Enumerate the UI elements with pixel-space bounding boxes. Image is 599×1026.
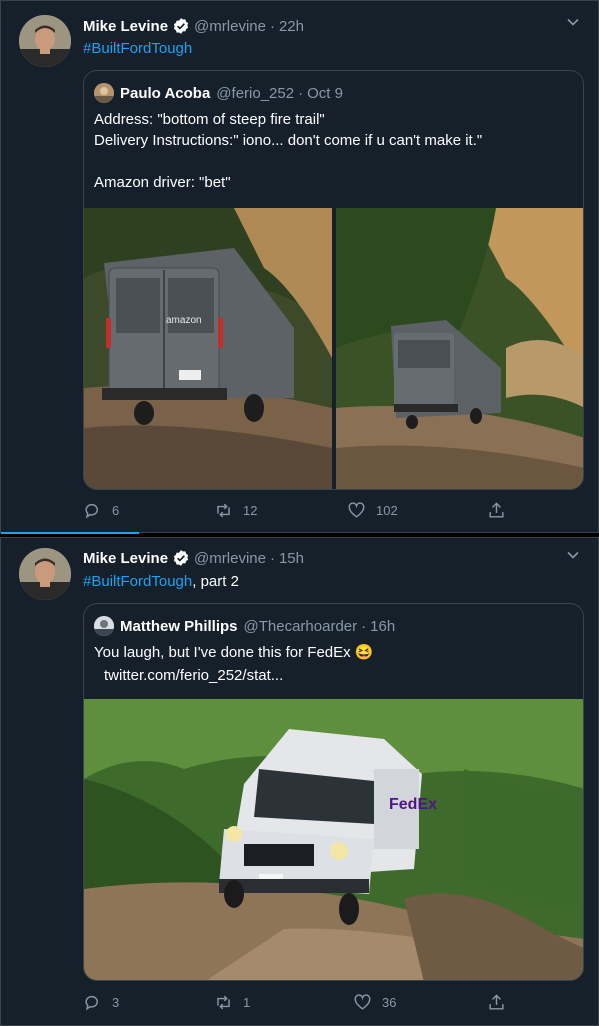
verified-badge-icon — [173, 18, 189, 34]
chevron-down-icon[interactable] — [566, 548, 580, 562]
retweet-count: 12 — [243, 503, 258, 518]
tweet-body: #BuiltFordTough — [83, 40, 192, 57]
reply-icon — [85, 995, 98, 1011]
chevron-down-icon[interactable] — [566, 15, 580, 29]
reply-button[interactable]: 3 — [83, 993, 119, 1012]
fedex-logo: FedEx — [389, 796, 437, 813]
reply-count: 3 — [112, 995, 120, 1010]
reply-icon — [85, 503, 98, 519]
retweet-button[interactable]: 12 — [214, 501, 257, 520]
tweet-timestamp[interactable]: 22h — [279, 18, 304, 35]
author-name[interactable]: Mike Levine — [83, 550, 168, 567]
quoted-author-name: Matthew Phillips — [120, 617, 238, 635]
heart-icon — [354, 994, 371, 1010]
like-button[interactable]: 36 — [353, 993, 396, 1012]
quoted-tweet-link[interactable]: twitter.com/ferio_252/stat... — [104, 665, 283, 686]
dot-separator: · — [361, 617, 367, 635]
retweet-count: 1 — [243, 995, 251, 1010]
reply-button[interactable]: 6 — [83, 501, 119, 520]
photo-amazon-van-1[interactable]: amazon — [84, 208, 332, 489]
quoted-tweet-timestamp: 16h — [370, 617, 396, 635]
retweet-icon — [217, 995, 230, 1010]
amazon-logo: amazon — [166, 315, 202, 326]
quoted-author-avatar — [94, 616, 114, 636]
tweet-timestamp[interactable]: 15h — [279, 550, 304, 567]
author-avatar[interactable] — [19, 548, 71, 600]
retweet-button[interactable]: 1 — [214, 993, 250, 1012]
tweet-header: Mike Levine @mrlevine · 22h — [83, 15, 304, 37]
quoted-author-name: Paulo Acoba — [120, 84, 211, 102]
quoted-author-handle: @Thecarhoarder — [243, 617, 358, 635]
author-handle[interactable]: @mrlevine — [194, 550, 266, 567]
verified-badge-icon — [173, 550, 189, 566]
quoted-author-handle: @ferio_252 — [216, 84, 295, 102]
tweet-body: #BuiltFordTough, part 2 — [83, 573, 239, 590]
author-avatar[interactable] — [19, 15, 71, 67]
heart-icon — [348, 502, 365, 518]
dot-separator: · — [269, 549, 275, 567]
quoted-author-avatar — [94, 83, 114, 103]
hashtag-link[interactable]: #BuiltFordTough — [83, 573, 192, 590]
quoted-tweet[interactable]: Matthew Phillips @Thecarhoarder · 16h Yo… — [83, 603, 584, 981]
quoted-tweet-timestamp: Oct 9 — [307, 84, 343, 102]
quoted-tweet-text: Address: "bottom of steep fire trail" De… — [94, 111, 483, 191]
tweet-header: Mike Levine @mrlevine · 15h — [83, 547, 304, 569]
like-count: 36 — [382, 995, 397, 1010]
share-icon — [489, 994, 504, 1010]
quoted-tweet-header: Paulo Acoba @ferio_252 · Oct 9 — [94, 83, 343, 103]
dot-separator: · — [269, 17, 275, 35]
author-name[interactable]: Mike Levine — [83, 18, 168, 35]
photo-fedex-van[interactable]: FedEx — [84, 699, 583, 980]
quoted-tweet-text: You laugh, but I've done this for FedEx … — [94, 644, 374, 661]
hashtag-link[interactable]: #BuiltFordTough — [83, 40, 192, 57]
photo-amazon-van-2[interactable] — [336, 208, 583, 489]
quoted-tweet-header: Matthew Phillips @Thecarhoarder · 16h — [94, 616, 395, 636]
like-button[interactable]: 102 — [347, 501, 398, 520]
dot-separator: · — [298, 84, 304, 102]
tweet-body-suffix: , part 2 — [192, 573, 239, 590]
tweet-actions: 3 1 36 — [83, 993, 504, 1017]
like-count: 102 — [376, 503, 398, 518]
tweet-card[interactable]: Mike Levine @mrlevine · 15h #BuiltFordTo… — [0, 537, 599, 1026]
tweet-card[interactable]: Mike Levine @mrlevine · 22h #BuiltFordTo… — [0, 0, 599, 534]
scroll-indicator — [1, 532, 139, 534]
share-button[interactable] — [487, 501, 516, 520]
quoted-tweet[interactable]: Paulo Acoba @ferio_252 · Oct 9 Address: … — [83, 70, 584, 490]
tweet-actions: 6 12 102 — [83, 501, 504, 525]
author-handle[interactable]: @mrlevine — [194, 18, 266, 35]
retweet-icon — [217, 503, 230, 518]
share-button[interactable] — [487, 993, 516, 1012]
reply-count: 6 — [112, 503, 120, 518]
share-icon — [489, 502, 504, 518]
